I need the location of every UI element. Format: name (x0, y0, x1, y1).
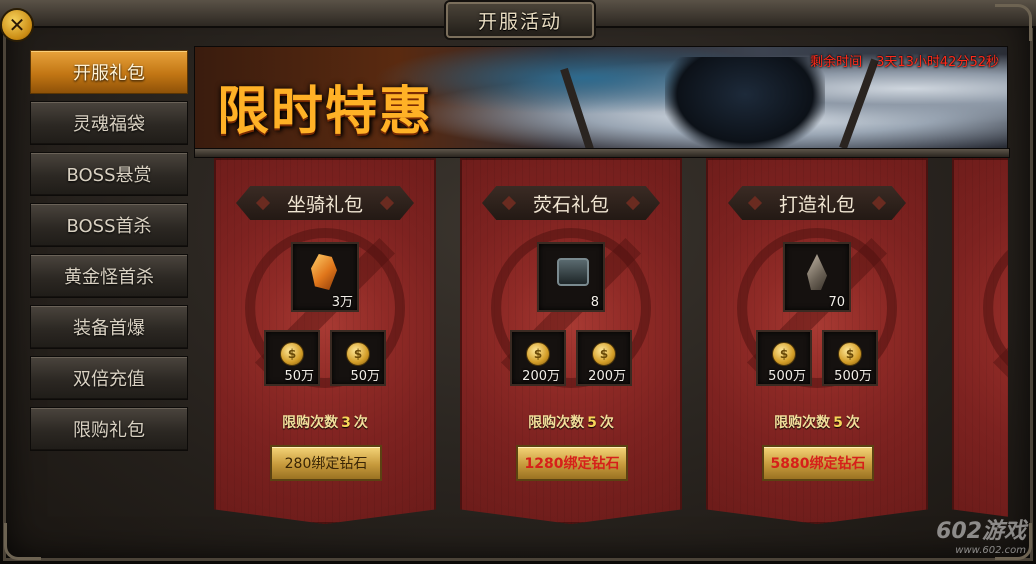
countdown-label: 剩余时间 (810, 55, 863, 70)
sidebar-item-boss-bounty[interactable]: BOSS悬赏 (30, 152, 188, 196)
purchase-limit: 限购次数 3 次 (214, 412, 436, 432)
knight-artwork (665, 57, 825, 151)
buy-button[interactable]: 1280绑定钻石 (516, 445, 628, 481)
compass-emblem (983, 228, 1008, 388)
item-quantity: 50万 (284, 369, 314, 384)
item-slot[interactable]: 70 (783, 242, 851, 312)
pack-card-partial[interactable] (952, 158, 1008, 524)
sidebar-item-soul-bag[interactable]: 灵魂福袋 (30, 101, 188, 145)
gold-coin-icon: $ (280, 342, 304, 366)
gold-coin-icon: $ (772, 342, 796, 366)
orange-crystal-icon (311, 254, 337, 290)
pack-card: 坐骑礼包 3万 $ 50万 $ 50万 限购次数 3 次 280绑定钻石 (214, 158, 436, 524)
close-icon: ✕ (8, 13, 26, 37)
item-slot[interactable]: $ 200万 (576, 330, 632, 386)
sidebar-item-opening-pack[interactable]: 开服礼包 (30, 50, 188, 94)
item-slot[interactable]: $ 200万 (510, 330, 566, 386)
pack-card-list: 坐骑礼包 3万 $ 50万 $ 50万 限购次数 3 次 280绑定钻石 荧石礼包 … (214, 158, 1008, 528)
item-quantity: 3万 (331, 295, 353, 310)
item-quantity: 500万 (834, 369, 872, 384)
watermark-url: www.602.com (955, 545, 1026, 556)
item-quantity: 70 (828, 295, 845, 310)
item-slot[interactable]: $ 50万 (330, 330, 386, 386)
game-window: 开服活动 ✕ 开服礼包 灵魂福袋 BOSS悬赏 BOSS首杀 黄金怪首杀 装备首… (0, 0, 1036, 564)
site-watermark: 602游戏 www.602.com (936, 513, 1026, 556)
limit-label: 限购次数 (282, 415, 339, 431)
item-slot[interactable]: $ 500万 (756, 330, 812, 386)
activity-sidebar: 开服礼包 灵魂福袋 BOSS悬赏 BOSS首杀 黄金怪首杀 装备首爆 双倍充值 … (30, 50, 188, 458)
gold-coin-icon: $ (592, 342, 616, 366)
countdown: 剩余时间 3天13小时42分52秒 (796, 51, 999, 70)
dark-chest-icon (557, 258, 589, 286)
purchase-limit: 限购次数 5 次 (706, 412, 928, 432)
item-quantity: 200万 (522, 369, 560, 384)
pack-card: 打造礼包 70 $ 500万 $ 500万 限购次数 5 次 5880绑定钻石 (706, 158, 928, 524)
gold-coin-icon: $ (838, 342, 862, 366)
pack-name: 坐骑礼包 (236, 186, 414, 220)
item-slot[interactable]: 3万 (291, 242, 359, 312)
item-slot[interactable]: $ 50万 (264, 330, 320, 386)
banner-title: 限时特惠 (217, 81, 434, 142)
gold-coin-icon: $ (526, 342, 550, 366)
stone-shard-icon (807, 254, 827, 290)
item-slot[interactable]: 8 (537, 242, 605, 312)
window-title: 开服活动 (446, 2, 594, 38)
sidebar-item-double-recharge[interactable]: 双倍充值 (30, 356, 188, 400)
pack-card: 荧石礼包 8 $ 200万 $ 200万 限购次数 5 次 1280绑定钻石 (460, 158, 682, 524)
pack-name: 荧石礼包 (482, 186, 660, 220)
buy-button[interactable]: 280绑定钻石 (270, 445, 382, 481)
watermark-text: 602游戏 (936, 519, 1026, 544)
sidebar-item-equipment-first-drop[interactable]: 装备首爆 (30, 305, 188, 349)
limit-count: 5 (833, 415, 843, 431)
gold-coin-icon: $ (346, 342, 370, 366)
staff-artwork (560, 67, 594, 151)
limit-label: 限购次数 (528, 415, 585, 431)
limit-label: 限购次数 (774, 415, 831, 431)
limit-count: 5 (587, 415, 597, 431)
frame-corner-ornament (995, 4, 1032, 41)
item-quantity: 50万 (350, 369, 380, 384)
frame-corner-ornament (4, 523, 41, 560)
limit-count: 3 (341, 415, 351, 431)
sidebar-item-boss-first-kill[interactable]: BOSS首杀 (30, 203, 188, 247)
limit-unit: 次 (353, 415, 368, 431)
item-quantity: 200万 (588, 369, 626, 384)
pack-name: 打造礼包 (728, 186, 906, 220)
close-button[interactable]: ✕ (0, 8, 34, 42)
item-slot[interactable]: $ 500万 (822, 330, 878, 386)
banner-rail (194, 148, 1010, 158)
limit-unit: 次 (599, 415, 614, 431)
item-quantity: 8 (590, 295, 599, 310)
buy-button[interactable]: 5880绑定钻石 (762, 445, 874, 481)
item-quantity: 500万 (768, 369, 806, 384)
limit-unit: 次 (845, 415, 860, 431)
staff-artwork (839, 58, 879, 150)
purchase-limit: 限购次数 5 次 (460, 412, 682, 432)
sidebar-item-limited-pack[interactable]: 限购礼包 (30, 407, 188, 451)
countdown-value: 3天13小时42分52秒 (876, 55, 999, 70)
promo-banner: 限时特惠 剩余时间 3天13小时42分52秒 (194, 46, 1008, 152)
sidebar-item-gold-monster-first-kill[interactable]: 黄金怪首杀 (30, 254, 188, 298)
